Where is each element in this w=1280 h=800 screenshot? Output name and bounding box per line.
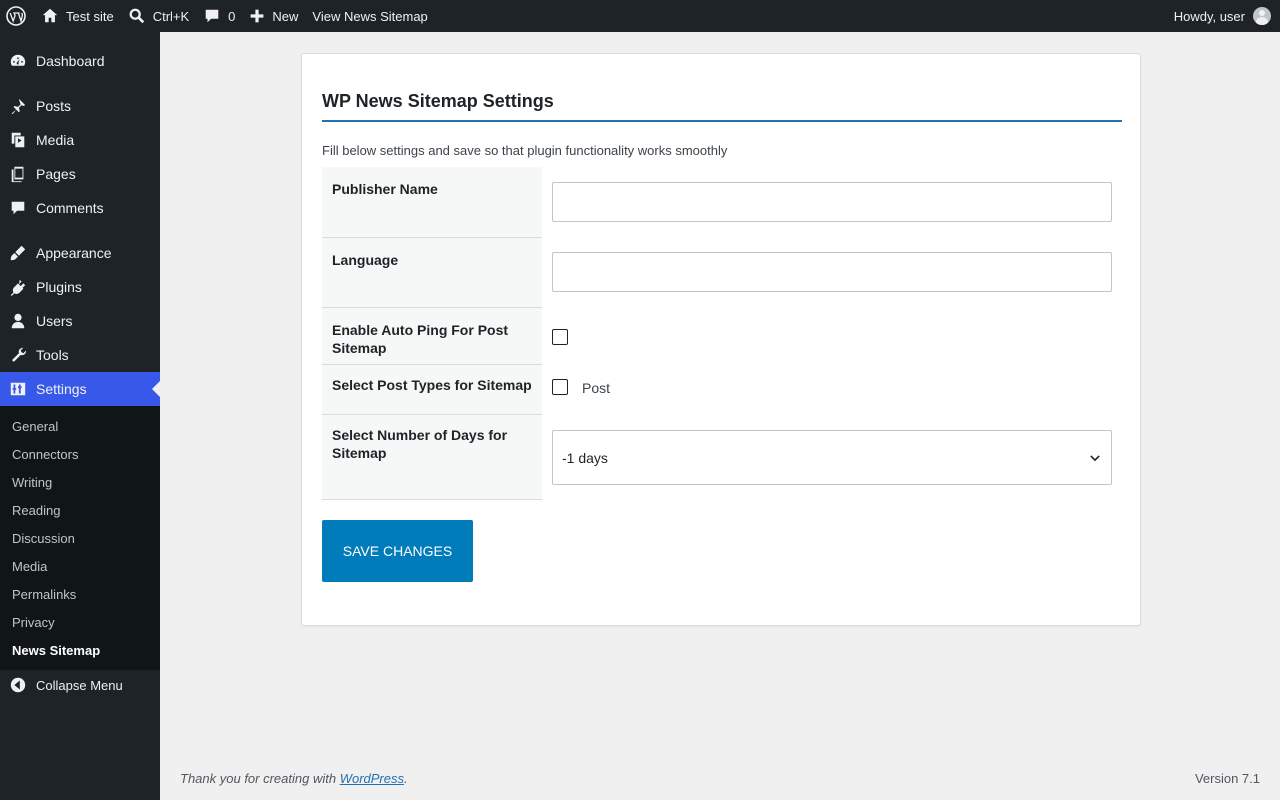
submenu-privacy[interactable]: Privacy bbox=[0, 609, 160, 637]
pages-icon bbox=[11, 166, 24, 183]
menu-users[interactable]: Users bbox=[0, 304, 160, 338]
menu-media[interactable]: Media bbox=[0, 123, 160, 157]
user-icon bbox=[11, 313, 25, 329]
auto-ping-label: Enable Auto Ping For Post Sitemap bbox=[322, 308, 542, 365]
wrench-icon bbox=[12, 347, 27, 362]
menu-comments-label: Comments bbox=[36, 200, 104, 216]
search-icon bbox=[129, 8, 144, 24]
comments-link[interactable]: 0 bbox=[196, 0, 242, 32]
account-menu[interactable]: Howdy, user bbox=[1167, 0, 1280, 32]
menu-media-label: Media bbox=[36, 132, 75, 148]
collapse-menu-label: Collapse Menu bbox=[36, 677, 123, 693]
wordpress-logo-icon[interactable] bbox=[0, 0, 34, 32]
settings-card: WP News Sitemap Settings Fill below sett… bbox=[301, 53, 1141, 626]
days-label: Select Number of Days for Sitemap bbox=[322, 415, 542, 500]
menu-appearance-label: Appearance bbox=[36, 245, 112, 261]
footer-version: Version 7.1 bbox=[1194, 771, 1260, 786]
paintbrush-icon bbox=[10, 245, 26, 261]
menu-dashboard[interactable]: Dashboard bbox=[0, 44, 160, 78]
home-icon bbox=[42, 8, 58, 23]
plugin-icon bbox=[10, 279, 26, 296]
comment-icon bbox=[205, 9, 219, 23]
submenu-discussion[interactable]: Discussion bbox=[0, 525, 160, 553]
admin-bar: Test site Ctrl+K 0 New View News Sitemap… bbox=[0, 0, 1280, 32]
avatar bbox=[1253, 7, 1271, 25]
footer-thanks: Thank you for creating with WordPress. bbox=[180, 771, 408, 786]
howdy-label: Howdy, user bbox=[1173, 8, 1245, 24]
page-title: WP News Sitemap Settings bbox=[322, 91, 554, 111]
view-news-sitemap-link[interactable]: View News Sitemap bbox=[305, 0, 434, 32]
menu-comments[interactable]: Comments bbox=[0, 191, 160, 225]
menu-appearance[interactable]: Appearance bbox=[0, 236, 160, 270]
submenu-news-sitemap[interactable]: News Sitemap bbox=[0, 637, 160, 665]
settings-submenu: General Connectors Writing Reading Discu… bbox=[0, 406, 160, 670]
language-row: Language bbox=[322, 238, 1122, 308]
plus-icon bbox=[251, 9, 264, 23]
auto-ping-checkbox[interactable] bbox=[552, 329, 568, 345]
footer-thanks-suffix: . bbox=[404, 771, 408, 786]
settings-sliders-icon bbox=[10, 382, 26, 396]
menu-pages[interactable]: Pages bbox=[0, 157, 160, 191]
auto-ping-row: Enable Auto Ping For Post Sitemap bbox=[322, 308, 1122, 365]
menu-posts[interactable]: Posts bbox=[0, 89, 160, 123]
submenu-writing[interactable]: Writing bbox=[0, 469, 160, 497]
submenu-reading[interactable]: Reading bbox=[0, 497, 160, 525]
menu-settings-label: Settings bbox=[36, 381, 87, 397]
menu-plugins-label: Plugins bbox=[36, 279, 82, 295]
comments-icon bbox=[11, 201, 25, 215]
admin-sidebar: Dashboard Posts Media Pages Comments App… bbox=[0, 32, 160, 800]
submenu-media[interactable]: Media bbox=[0, 553, 160, 581]
new-label: New bbox=[272, 8, 299, 24]
days-row: Select Number of Days for Sitemap -1 day… bbox=[322, 415, 1122, 500]
search-shortcut-label: Ctrl+K bbox=[152, 8, 190, 24]
view-news-sitemap-label: View News Sitemap bbox=[312, 8, 428, 24]
save-changes-button[interactable]: SAVE CHANGES bbox=[322, 520, 473, 582]
wordpress-link[interactable]: WordPress bbox=[340, 771, 404, 786]
footer-thanks-prefix: Thank you for creating with bbox=[180, 771, 340, 786]
publisher-name-input[interactable] bbox=[552, 182, 1112, 222]
page-description: Fill below settings and save so that plu… bbox=[322, 143, 728, 158]
command-search-button[interactable]: Ctrl+K bbox=[121, 0, 196, 32]
language-input[interactable] bbox=[552, 252, 1112, 292]
comments-count: 0 bbox=[228, 8, 236, 24]
site-name-link[interactable]: Test site bbox=[34, 0, 121, 32]
submenu-general[interactable]: General bbox=[0, 413, 160, 441]
submenu-connectors[interactable]: Connectors bbox=[0, 441, 160, 469]
menu-tools-label: Tools bbox=[36, 347, 69, 363]
menu-pages-label: Pages bbox=[36, 166, 76, 182]
post-type-post-label: Post bbox=[582, 380, 611, 396]
post-types-label: Select Post Types for Sitemap bbox=[322, 365, 542, 415]
menu-tools[interactable]: Tools bbox=[0, 338, 160, 372]
pushpin-icon bbox=[11, 98, 26, 115]
collapse-arrow-icon bbox=[10, 677, 26, 693]
publisher-name-row: Publisher Name bbox=[322, 167, 1122, 238]
menu-users-label: Users bbox=[36, 313, 73, 329]
post-types-row: Select Post Types for Sitemap Post bbox=[322, 365, 1122, 415]
site-name-label: Test site bbox=[66, 8, 114, 24]
menu-dashboard-label: Dashboard bbox=[36, 53, 105, 69]
media-icon bbox=[11, 132, 25, 148]
collapse-menu-button[interactable]: Collapse Menu bbox=[0, 668, 160, 702]
menu-posts-label: Posts bbox=[36, 98, 72, 114]
menu-settings[interactable]: Settings bbox=[0, 372, 160, 406]
new-content-button[interactable]: New bbox=[242, 0, 305, 32]
days-selected-value: -1 days bbox=[562, 449, 608, 466]
dashboard-icon bbox=[10, 54, 26, 66]
days-select[interactable]: -1 days bbox=[552, 430, 1112, 485]
title-divider bbox=[322, 120, 1122, 122]
menu-plugins[interactable]: Plugins bbox=[0, 270, 160, 304]
submenu-permalinks[interactable]: Permalinks bbox=[0, 581, 160, 609]
language-label: Language bbox=[322, 238, 542, 308]
post-type-post-checkbox[interactable] bbox=[552, 379, 568, 395]
publisher-name-label: Publisher Name bbox=[322, 167, 542, 238]
chevron-down-icon bbox=[1088, 451, 1102, 465]
